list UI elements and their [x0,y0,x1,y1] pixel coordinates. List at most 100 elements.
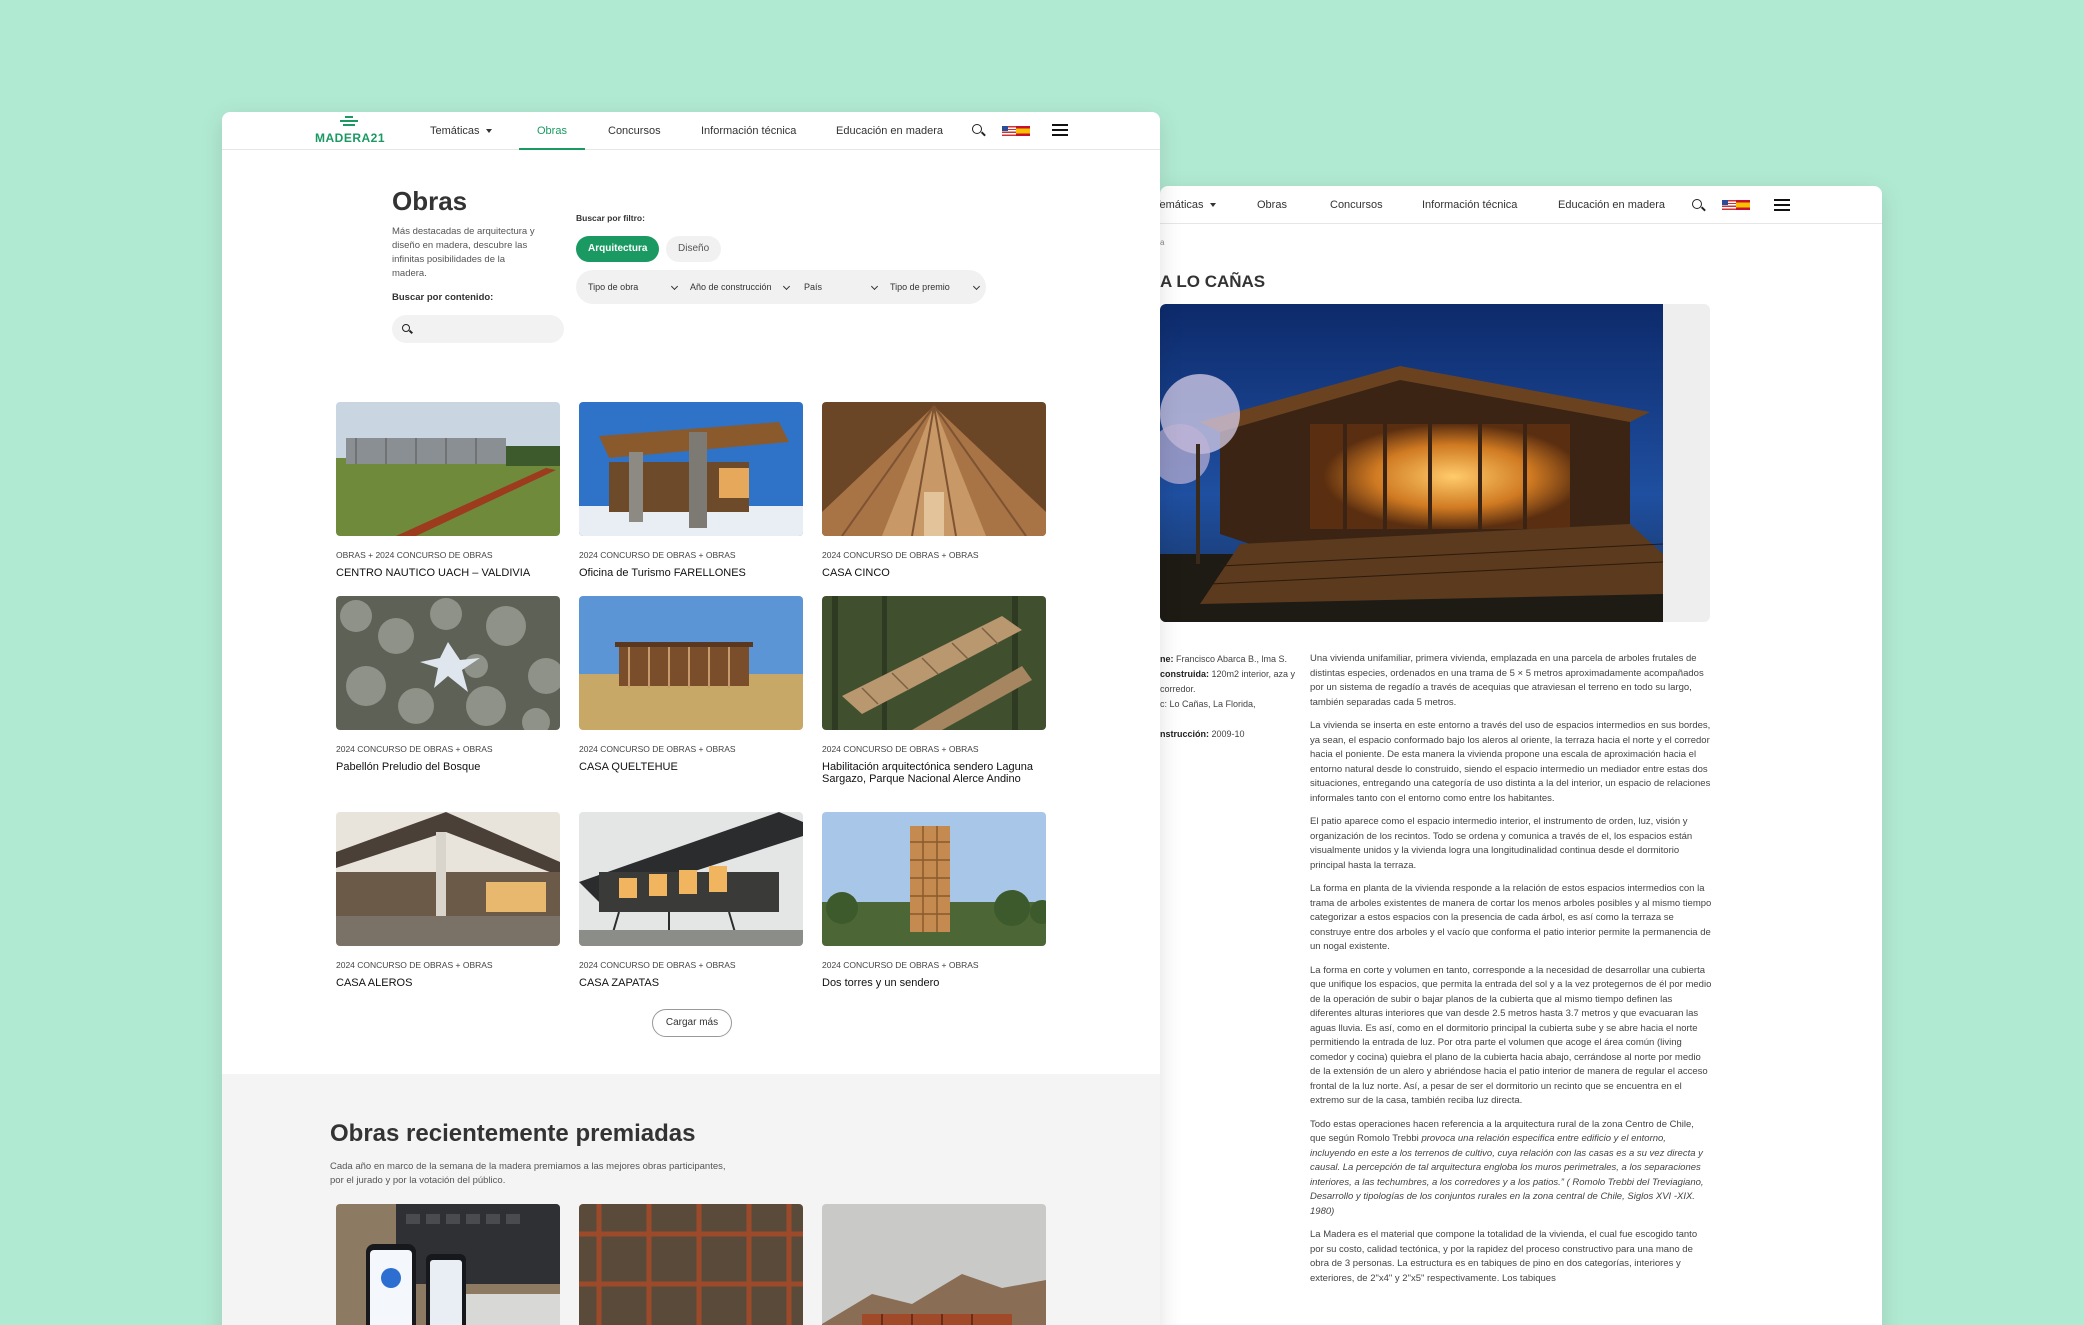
obra-title[interactable]: CASA QUELTEHUE [579,761,803,773]
obra-thumbnail[interactable] [822,402,1046,536]
obra-tags: 2024 CONCURSO DE OBRAS + OBRAS [579,550,736,560]
obra-card[interactable]: 2024 CONCURSO DE OBRAS + OBRAS CASA ALER… [336,812,560,989]
load-more-button[interactable]: Cargar más [652,1009,732,1037]
award-thumbnail[interactable] [579,1204,803,1325]
top-nav: MADERA21 Temáticas Obras Concursos Infor… [222,112,1160,150]
obra-thumbnail[interactable] [336,402,560,536]
obra-card[interactable]: 2024 CONCURSO DE OBRAS + OBRAS CASA CINC… [822,402,1046,579]
filter-pais[interactable]: País [804,270,822,304]
page-title: Obras [392,186,468,216]
madera21-logo[interactable]: MADERA21 [314,116,386,146]
search-icon[interactable] [1692,199,1702,209]
toggle-diseno[interactable]: Diseño [666,236,722,262]
filter-label: Buscar por filtro: [576,213,645,223]
awards-section: Obras recientemente premiadas Cada año e… [222,1074,1160,1325]
obra-tags: 2024 CONCURSO DE OBRAS + OBRAS [822,744,979,754]
obra-card[interactable]: 2024 CONCURSO DE OBRAS + OBRAS Dos torre… [822,812,1046,989]
obra-thumbnail[interactable] [336,596,560,730]
paragraph: La vivienda se inserta en este entorno a… [1310,720,1711,804]
flag-us-icon[interactable] [1722,200,1736,210]
obra-title[interactable]: Oficina de Turismo FARELLONES [579,567,803,579]
flag-us-icon[interactable] [1002,126,1016,136]
obra-card[interactable]: 2024 CONCURSO DE OBRAS + OBRAS CASA ZAPA… [579,812,803,989]
meta-arquitecto: ne: Francisco Abarca B., lma S. [1160,654,1288,664]
obra-card[interactable]: 2024 CONCURSO DE OBRAS + OBRAS CASA QUEL… [579,596,803,773]
flag-es-icon[interactable] [1736,200,1750,210]
obra-card[interactable]: 2024 CONCURSO DE OBRAS + OBRAS Pabellón … [336,596,560,773]
obra-title[interactable]: Habilitación arquitectónica sendero Lagu… [822,761,1046,785]
obra-title[interactable]: CASA CINCO [822,567,1046,579]
nav-tematicas[interactable]: Temáticas [430,112,492,150]
obra-thumbnail[interactable] [579,812,803,946]
chevron-down-icon [1209,203,1216,208]
logo-mark-icon [340,116,358,130]
page-description: Más destacadas de arquitectura y diseño … [392,226,535,279]
nav-informacion-tecnica[interactable]: Información técnica [701,112,796,150]
obra-title[interactable]: Pabellón Preludio del Bosque [336,761,560,773]
nav-obras[interactable]: Obras [1257,186,1287,224]
filter-premio[interactable]: Tipo de premio [890,270,950,304]
flag-es-icon[interactable] [1016,126,1030,136]
obra-card[interactable]: OBRAS + 2024 CONCURSO DE OBRAS CENTRO NA… [336,402,560,579]
paragraph: Una vivienda unifamiliar, primera vivien… [1310,653,1704,708]
article-title: A LO CAÑAS [1160,272,1266,291]
award-card[interactable] [822,1204,1046,1325]
obra-title[interactable]: CASA ALEROS [336,977,560,989]
nav-educacion[interactable]: Educación en madera [1558,186,1665,224]
nav-obras[interactable]: Obras [519,112,585,150]
chevron-down-icon [870,282,879,291]
nav-educacion[interactable]: Educación en madera [836,112,943,150]
search-label: Buscar por contenido: [392,292,494,303]
project-meta: ne: Francisco Abarca B., lma S. construi… [1160,652,1300,742]
menu-icon[interactable] [1052,124,1068,136]
toggle-arquitectura[interactable]: Arquitectura [576,236,660,262]
obra-thumbnail[interactable] [579,596,803,730]
meta-anio: nstrucción: 2009-10 [1160,729,1245,739]
search-icon [402,324,410,332]
obra-tags: 2024 CONCURSO DE OBRAS + OBRAS [579,744,736,754]
obra-thumbnail[interactable] [822,596,1046,730]
nav-tematicas[interactable]: Temáticas [1160,186,1216,224]
awards-title: Obras recientemente premiadas [330,1120,696,1147]
obra-card[interactable]: 2024 CONCURSO DE OBRAS + OBRAS Oficina d… [579,402,803,579]
award-thumbnail[interactable] [822,1204,1046,1325]
obra-tags: 2024 CONCURSO DE OBRAS + OBRAS [822,550,979,560]
award-card[interactable] [579,1204,803,1325]
hero-image[interactable] [1160,304,1663,622]
article-window: Temáticas Obras Concursos Información té… [1160,186,1882,1325]
obra-title[interactable]: Dos torres y un sendero [822,977,1046,989]
awards-description: Cada año en marco de la semana de la mad… [330,1161,726,1186]
award-card[interactable] [336,1204,560,1325]
obra-thumbnail[interactable] [822,812,1046,946]
meta-ubicacion: c: Lo Cañas, La Florida, [1160,699,1256,709]
search-icon[interactable] [972,124,982,134]
chevron-down-icon [670,282,679,291]
award-thumbnail[interactable] [336,1204,560,1325]
paragraph: El patio aparece como el espacio interme… [1310,816,1693,871]
filter-anio[interactable]: Año de construcción [690,270,772,304]
article-body: Una vivienda unifamiliar, primera vivien… [1310,652,1712,1295]
top-nav: Temáticas Obras Concursos Información té… [1160,186,1882,224]
obra-title[interactable]: CASA ZAPATAS [579,977,803,989]
obra-thumbnail[interactable] [579,402,803,536]
obra-title[interactable]: CENTRO NAUTICO UACH – VALDIVIA [336,567,560,579]
nav-concursos[interactable]: Concursos [608,112,661,150]
nav-informacion-tecnica[interactable]: Información técnica [1422,186,1517,224]
filter-tipo-obra[interactable]: Tipo de obra [588,270,638,304]
menu-icon[interactable] [1774,199,1790,211]
meta-superficie: construida: 120m2 interior, aza y corred… [1160,669,1296,694]
obra-tags: 2024 CONCURSO DE OBRAS + OBRAS [336,960,493,970]
obra-tags: OBRAS + 2024 CONCURSO DE OBRAS [336,550,493,560]
obra-thumbnail[interactable] [336,812,560,946]
obra-tags: 2024 CONCURSO DE OBRAS + OBRAS [336,744,493,754]
content-search-input[interactable] [392,315,564,343]
obra-tags: 2024 CONCURSO DE OBRAS + OBRAS [822,960,979,970]
breadcrumb: a [1160,238,1165,247]
paragraph: La forma en planta de la vivienda respon… [1310,883,1712,952]
chevron-down-icon [485,129,492,134]
chevron-down-icon [972,282,981,291]
paragraph: Todo estas operaciones hacen referencia … [1310,1118,1704,1217]
obra-card[interactable]: 2024 CONCURSO DE OBRAS + OBRAS Habilitac… [822,596,1046,785]
nav-concursos[interactable]: Concursos [1330,186,1383,224]
filter-bar: Tipo de obra Año de construcción País Ti… [576,270,986,304]
